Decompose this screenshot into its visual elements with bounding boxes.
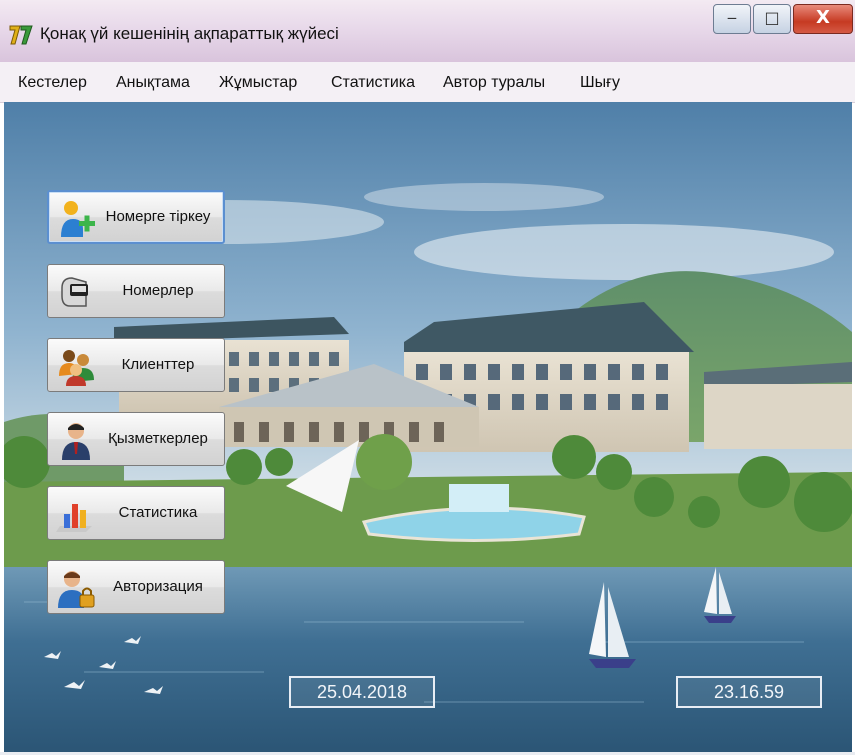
app-logo-icon bbox=[9, 25, 33, 45]
employees-button[interactable]: Қызметкерлер bbox=[47, 412, 225, 466]
rooms-button[interactable]: Номерлер bbox=[47, 264, 225, 318]
maximize-icon: □ bbox=[764, 8, 780, 27]
menu-statistics[interactable]: Статистика bbox=[331, 74, 415, 92]
clients-icon bbox=[59, 350, 94, 386]
statistics-button[interactable]: Статистика bbox=[47, 486, 225, 540]
authorization-label: Авторизация bbox=[113, 578, 203, 595]
minimize-button[interactable]: ‒ bbox=[713, 4, 751, 34]
card-reader-icon bbox=[61, 277, 88, 307]
menu-exit[interactable]: Шығу bbox=[580, 74, 620, 92]
window-title: Қонақ үй кешенінің ақпараттық жүйесі bbox=[40, 24, 339, 43]
menu-bar: Кестелер Анықтама Жұмыстар Статистика Ав… bbox=[0, 62, 855, 103]
authorization-button[interactable]: Авторизация bbox=[47, 560, 225, 614]
bar-chart-icon bbox=[56, 504, 92, 532]
maximize-button[interactable]: □ bbox=[753, 4, 791, 34]
date-display: 25.04.2018 bbox=[289, 676, 435, 708]
employees-label: Қызметкерлер bbox=[108, 430, 208, 447]
menu-reference[interactable]: Анықтама bbox=[116, 74, 190, 92]
title-bar: Қонақ үй кешенінің ақпараттық жүйесі ‒ □… bbox=[0, 0, 855, 62]
register-room-button[interactable]: Номерге тіркеу bbox=[47, 190, 225, 244]
menu-tables[interactable]: Кестелер bbox=[18, 74, 87, 92]
main-window: Қонақ үй кешенінің ақпараттық жүйесі ‒ □… bbox=[0, 0, 855, 755]
close-button[interactable]: X bbox=[793, 4, 853, 34]
employee-icon bbox=[62, 423, 90, 460]
menu-operations[interactable]: Жұмыстар bbox=[219, 74, 297, 92]
window-controls: ‒ □ X bbox=[711, 4, 853, 34]
clients-button[interactable]: Клиенттер bbox=[47, 338, 225, 392]
person-add-icon bbox=[61, 201, 95, 237]
menu-about-author[interactable]: Автор туралы bbox=[443, 74, 545, 92]
clients-label: Клиенттер bbox=[121, 356, 195, 373]
minimize-icon: ‒ bbox=[726, 8, 738, 27]
close-icon: X bbox=[816, 7, 830, 28]
rooms-label: Номерлер bbox=[122, 282, 194, 299]
user-lock-icon bbox=[58, 571, 95, 608]
register-room-label: Номерге тіркеу bbox=[105, 208, 211, 225]
time-display: 23.16.59 bbox=[676, 676, 822, 708]
statistics-label: Статистика bbox=[118, 504, 198, 521]
